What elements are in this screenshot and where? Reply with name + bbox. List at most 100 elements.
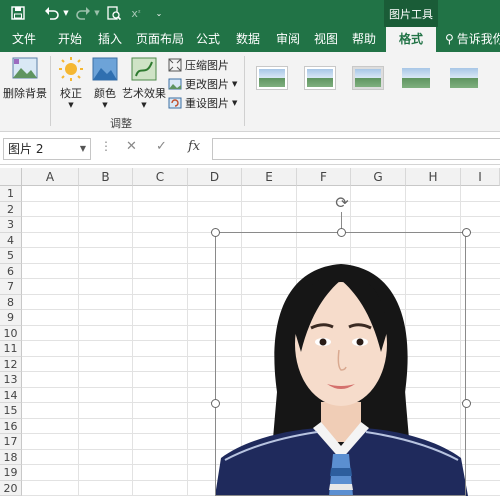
row-header[interactable]: 1 — [0, 186, 22, 202]
ribbon: 删除背景 校正 ▼ 颜色 ▼ 艺术效果 ▼ 压缩图片 更改图片 ▼ 重设图片 ▼… — [0, 52, 500, 132]
row-header[interactable]: 20 — [0, 480, 22, 496]
cancel-icon[interactable]: ✕ — [126, 139, 137, 154]
reset-picture-icon — [168, 97, 182, 108]
row-header[interactable]: 7 — [0, 279, 22, 295]
tab-page-layout[interactable]: 页面布局 — [135, 27, 185, 52]
compress-pictures-button[interactable]: 压缩图片 — [168, 56, 229, 73]
rotate-handle-icon[interactable]: ⟳ — [332, 193, 352, 213]
more-options-icon[interactable]: ⋮ — [100, 139, 112, 153]
chevron-down-icon: ▼ — [141, 101, 147, 109]
gridline — [78, 186, 79, 496]
column-header[interactable]: I — [461, 168, 500, 186]
row-header[interactable]: 6 — [0, 263, 22, 279]
column-header[interactable]: F — [297, 168, 351, 186]
color-label: 颜色 — [94, 87, 116, 100]
remove-background-label: 删除背景 — [3, 87, 47, 100]
ribbon-tab-row: 文件 开始 插入 页面布局 公式 数据 审阅 视图 帮助 格式 ⚲ 告诉我你 — [0, 27, 500, 53]
picture-style-4[interactable] — [400, 66, 432, 90]
group-separator — [244, 56, 245, 126]
artistic-effects-icon — [131, 57, 157, 81]
row-header[interactable]: 14 — [0, 387, 22, 403]
tell-me-search[interactable]: ⚲ 告诉我你 — [445, 27, 500, 52]
remove-background-button[interactable]: 删除背景 — [2, 56, 48, 101]
chevron-down-icon: ▼ — [102, 101, 108, 109]
compress-label: 压缩图片 — [185, 58, 229, 72]
column-header[interactable]: H — [406, 168, 461, 186]
tab-format[interactable]: 格式 — [386, 27, 436, 53]
adjust-group-label: 调整 — [110, 117, 132, 130]
name-box[interactable]: 图片 2 ▼ — [3, 138, 91, 160]
tab-help[interactable]: 帮助 — [346, 27, 382, 52]
resize-handle-right[interactable] — [462, 399, 471, 408]
column-header[interactable]: D — [188, 168, 242, 186]
resize-handle-top[interactable] — [337, 228, 346, 237]
chevron-down-icon[interactable]: ▼ — [80, 139, 86, 159]
tab-data[interactable]: 数据 — [230, 27, 266, 52]
formula-bar: 图片 2 ▼ ⋮ ✕ ✓ fx — [0, 133, 500, 165]
tell-me-label: 告诉我你 — [456, 32, 500, 46]
redo-dropdown-icon[interactable]: ▼ — [93, 3, 101, 23]
row-header[interactable]: 11 — [0, 341, 22, 357]
column-header[interactable]: B — [79, 168, 133, 186]
row-header[interactable]: 15 — [0, 403, 22, 419]
select-all-corner[interactable] — [0, 168, 22, 186]
title-bar: ▼ ▼ x² ⌄ 图片工具 — [0, 0, 500, 27]
row-header[interactable]: 3 — [0, 217, 22, 233]
change-picture-label: 更改图片 — [185, 77, 229, 91]
reset-picture-button[interactable]: 重设图片 ▼ — [168, 94, 237, 111]
row-header[interactable]: 16 — [0, 418, 22, 434]
gridline — [22, 200, 500, 202]
subscript-icon[interactable]: x² — [128, 3, 144, 23]
picture-style-2[interactable] — [304, 66, 336, 90]
customize-qat-icon[interactable]: ⌄ — [153, 3, 165, 23]
picture-style-3[interactable] — [352, 66, 384, 90]
change-picture-button[interactable]: 更改图片 ▼ — [168, 75, 237, 92]
color-button[interactable]: 颜色 ▼ — [90, 56, 120, 109]
chevron-down-icon: ▼ — [232, 79, 238, 88]
tab-view[interactable]: 视图 — [308, 27, 344, 52]
resize-handle-top-right[interactable] — [462, 228, 471, 237]
tab-formulas[interactable]: 公式 — [190, 27, 226, 52]
portrait-image — [215, 264, 468, 496]
picture-style-1[interactable] — [256, 66, 288, 90]
print-preview-icon[interactable] — [104, 3, 124, 23]
row-header[interactable]: 17 — [0, 434, 22, 450]
enter-icon[interactable]: ✓ — [156, 139, 167, 154]
row-header[interactable]: 8 — [0, 294, 22, 310]
remove-background-icon — [12, 57, 38, 79]
tab-home[interactable]: 开始 — [52, 27, 88, 52]
row-header[interactable]: 13 — [0, 372, 22, 388]
gridline — [187, 186, 188, 496]
corrections-button[interactable]: 校正 ▼ — [54, 56, 88, 109]
row-header[interactable]: 18 — [0, 449, 22, 465]
row-header[interactable]: 10 — [0, 325, 22, 341]
artistic-effects-button[interactable]: 艺术效果 ▼ — [122, 56, 166, 109]
group-separator — [50, 56, 51, 126]
corrections-label: 校正 — [60, 87, 82, 100]
tab-insert[interactable]: 插入 — [92, 27, 128, 52]
redo-icon[interactable] — [73, 3, 93, 23]
row-header[interactable]: 4 — [0, 232, 22, 248]
row-header[interactable]: 19 — [0, 465, 22, 481]
row-header[interactable]: 5 — [0, 248, 22, 264]
row-header[interactable]: 12 — [0, 356, 22, 372]
undo-icon[interactable] — [42, 3, 62, 23]
tab-file[interactable]: 文件 — [6, 27, 42, 52]
picture-style-5[interactable] — [448, 66, 480, 90]
insert-function-icon[interactable]: fx — [188, 139, 200, 154]
column-header[interactable]: A — [22, 168, 79, 186]
portrait-picture[interactable] — [215, 232, 468, 496]
row-header[interactable]: 2 — [0, 201, 22, 217]
row-header[interactable]: 9 — [0, 310, 22, 326]
reset-picture-label: 重设图片 — [185, 96, 229, 110]
column-header[interactable]: C — [133, 168, 188, 186]
save-icon[interactable] — [8, 3, 28, 23]
resize-handle-left[interactable] — [211, 399, 220, 408]
formula-input[interactable] — [212, 138, 500, 160]
column-header[interactable]: G — [351, 168, 406, 186]
lightbulb-icon: ⚲ — [445, 32, 454, 46]
resize-handle-top-left[interactable] — [211, 228, 220, 237]
column-header[interactable]: E — [242, 168, 297, 186]
undo-dropdown-icon[interactable]: ▼ — [62, 3, 70, 23]
tab-review[interactable]: 审阅 — [270, 27, 306, 52]
